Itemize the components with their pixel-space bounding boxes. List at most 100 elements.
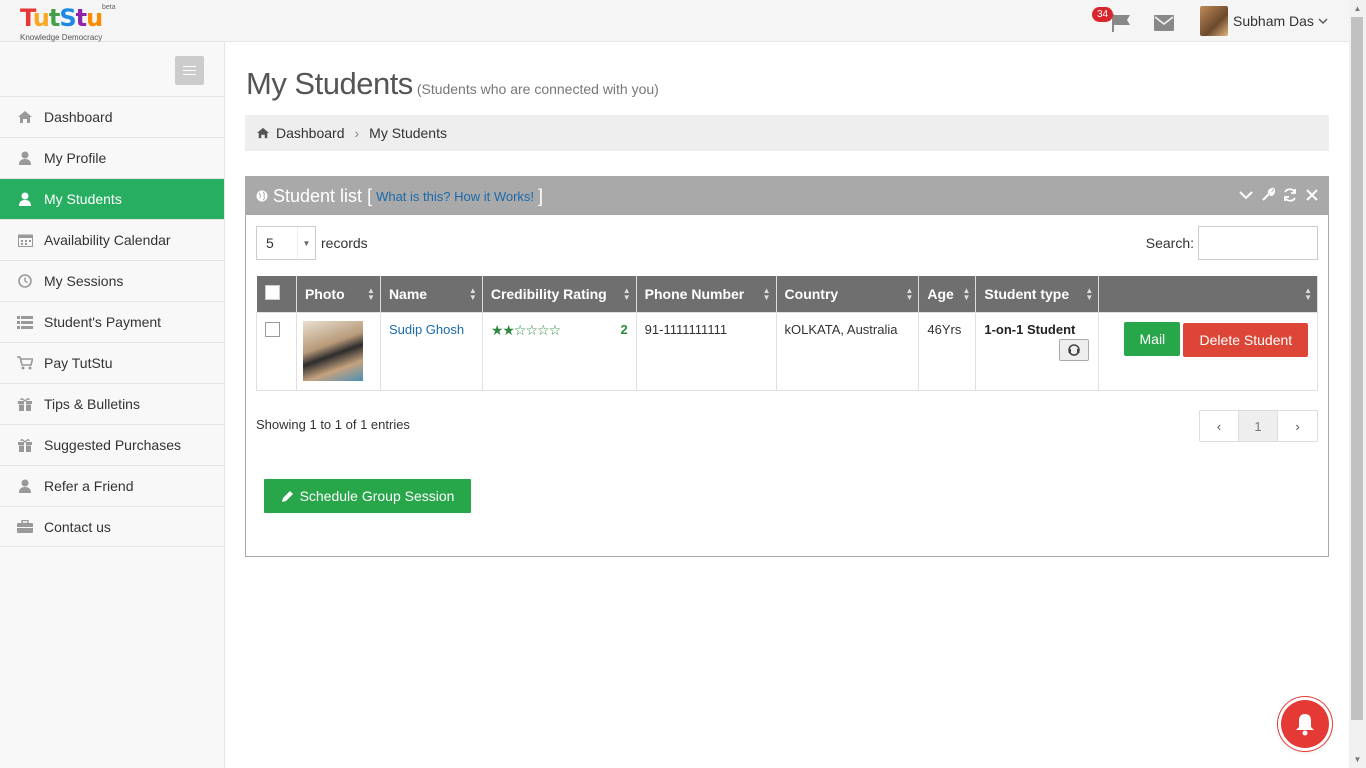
clock-icon [17,273,33,289]
column-student-type[interactable]: Student type ▲ ▼ [975,276,1100,312]
select-all-checkbox[interactable] [264,284,280,300]
sidebar-item-my-profile[interactable]: My Profile [0,137,224,178]
row-select-cell [256,311,297,391]
student-type-action-button[interactable] [1059,338,1090,361]
scroll-down-icon[interactable]: ▼ [1349,751,1366,768]
sidebar-item-availability-calendar[interactable]: Availability Calendar [0,219,224,260]
sort-icon: ▲ ▼ [1085,286,1094,302]
column-age[interactable]: Age ▲ ▼ [918,276,977,312]
bracket-open: [ [367,185,373,206]
student-list-panel: Student list [ What is this? How it Work… [245,176,1329,557]
close-icon[interactable] [1304,187,1320,203]
sidebar-item-my-sessions[interactable]: My Sessions [0,260,224,301]
gift-icon [17,396,33,412]
list-icon [17,314,33,330]
pager-page-1[interactable]: 1 [1239,411,1278,441]
sort-icon: ▲ ▼ [622,286,631,302]
column-photo[interactable]: Photo ▲ ▼ [296,276,381,312]
search-input[interactable] [1198,226,1318,260]
row-checkbox[interactable] [265,321,280,337]
user-menu[interactable]: Subham Das [1200,6,1328,36]
sidebar-item-suggested-purchases[interactable]: Suggested Purchases [0,424,224,465]
mail-button[interactable]: Mail [1124,321,1181,356]
logo-tagline: Knowledge Democracy [20,33,103,42]
user-icon [17,478,33,494]
cart-icon [17,355,33,371]
collapse-icon[interactable] [1238,187,1254,203]
pencil-icon [281,490,293,502]
page-scrollbar[interactable]: ▲ ▼ [1349,0,1366,768]
actions-cell: Mail Delete Student [1098,311,1318,391]
column-credibility-rating[interactable]: Credibility Rating ▲ ▼ [482,276,637,312]
select-all-header [256,276,297,312]
country-cell: kOLKATA, Australia [775,311,920,391]
sidebar-item-dashboard[interactable]: Dashboard [0,96,224,137]
sidebar-item-refer-a-friend[interactable]: Refer a Friend [0,465,224,506]
records-control: 5 ▼ records [256,226,368,260]
pager-next-button[interactable]: › [1278,411,1317,441]
sort-icon: ▲ ▼ [468,286,477,302]
envelope-icon [1154,15,1174,31]
notifications-button[interactable]: 34 [1092,7,1130,34]
user-icon [17,150,33,166]
page-title: My Students (Students who are connected w… [246,66,659,101]
sidebar-item-tips-bulletins[interactable]: Tips & Bulletins [0,383,224,424]
delete-student-button[interactable]: Delete Student [1183,322,1309,357]
sort-icon: ▲ ▼ [367,286,375,302]
caret-down-icon: ▼ [297,227,315,259]
push-notification-button[interactable] [1281,700,1329,748]
phone-cell: 91-1111111111 [635,311,777,391]
records-select[interactable]: 5 ▼ [256,226,316,260]
rating-cell: ★★☆☆☆☆ 2 [481,311,637,391]
home-icon [17,109,33,125]
sidebar-item-students-payment[interactable]: Student's Payment [0,301,224,342]
scroll-thumb[interactable] [1351,17,1363,720]
refresh-icon[interactable] [1282,187,1298,203]
column-actions[interactable]: ▲ ▼ [1098,276,1318,312]
scroll-up-icon[interactable]: ▲ [1349,0,1366,17]
student-name-link[interactable]: Sudip Ghosh [389,322,464,337]
help-link[interactable]: What is this? How it Works! [376,189,534,204]
breadcrumb-separator: › [354,125,360,141]
pager-prev-button[interactable]: ‹ [1200,411,1239,441]
sort-icon: ▲ ▼ [1304,286,1312,302]
student-type-cell: 1-on-1 Student [975,311,1100,391]
logo-beta: beta [102,4,116,11]
panel-tools [1238,187,1320,203]
sort-icon: ▲ ▼ [962,286,971,302]
tutstu-logo[interactable]: TutStu beta Knowledge Democracy [20,4,120,42]
student-type: 1-on-1 Student [984,321,1076,337]
column-country[interactable]: Country ▲ ▼ [776,276,920,312]
star-rating-icon: ★★☆☆☆☆ [490,321,561,338]
chevron-down-icon [1318,18,1328,24]
search-control: Search: [1146,226,1318,260]
panel-title: Student list [273,185,363,206]
table-row: Sudip Ghosh ★★☆☆☆☆ 2 91-1111111111 kOLKAT… [256,311,1318,391]
name-cell: Sudip Ghosh [379,311,483,391]
schedule-group-session-button[interactable]: Schedule Group Session [264,479,471,513]
photo-cell [295,311,381,391]
page-subtitle: (Students who are connected with you) [416,81,659,97]
breadcrumb-dashboard-link[interactable]: Dashboard [276,125,345,141]
column-name[interactable]: Name ▲ ▼ [380,276,483,312]
records-label: records [321,235,368,251]
wrench-icon[interactable] [1260,187,1276,203]
globe-icon [256,190,268,202]
breadcrumb: Dashboard › My Students [245,115,1329,151]
sidebar-item-contact-us[interactable]: Contact us [0,506,224,547]
flag-icon [1112,14,1130,32]
top-header: TutStu beta Knowledge Democracy 34 Subha… [0,0,1366,42]
home-icon [257,127,269,139]
column-phone-number[interactable]: Phone Number ▲ ▼ [636,276,777,312]
bracket-close: ] [538,185,544,206]
messages-button[interactable] [1154,15,1174,31]
sidebar-toggle-button[interactable] [175,56,204,85]
sidebar-item-pay-tutstu[interactable]: Pay TutStu [0,342,224,383]
briefcase-icon [17,519,33,535]
sidebar: Dashboard My Profile My Students Availab… [0,42,225,768]
age-cell: 46Yrs [918,311,977,391]
sidebar-nav: Dashboard My Profile My Students Availab… [0,96,224,547]
sidebar-item-my-students[interactable]: My Students [0,178,224,219]
sort-icon: ▲ ▼ [905,286,914,302]
notification-badge: 34 [1092,7,1114,22]
